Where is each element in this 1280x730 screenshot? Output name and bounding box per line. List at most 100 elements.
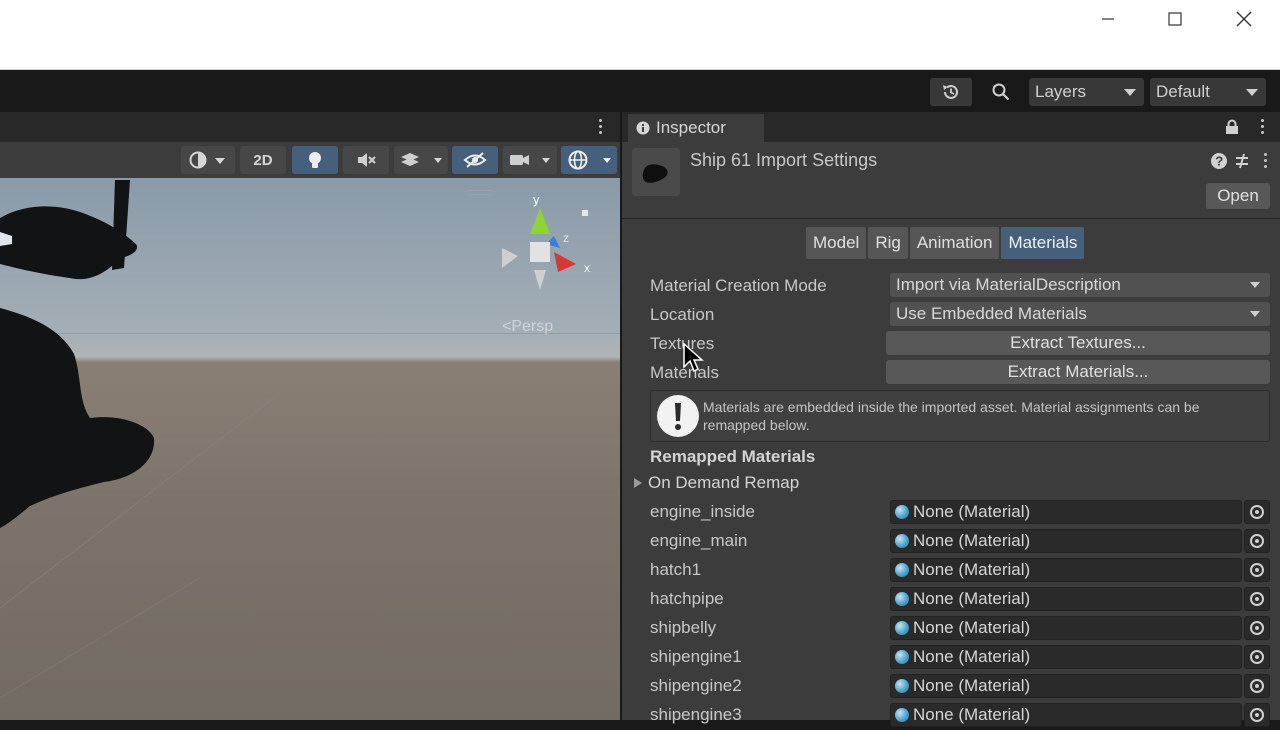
object-picker-icon <box>1250 679 1264 693</box>
tab-rig[interactable]: Rig <box>868 227 908 259</box>
gizmo-globe-icon <box>568 150 611 170</box>
object-picker-button[interactable] <box>1244 500 1270 524</box>
warning-exclamation-icon <box>657 395 699 437</box>
material-creation-mode-dropdown[interactable]: Import via MaterialDescription <box>890 273 1270 297</box>
close-icon <box>1236 11 1252 27</box>
object-picker-icon <box>1250 563 1264 577</box>
material-icon <box>895 679 909 693</box>
toggle-2d-button[interactable]: 2D <box>240 146 286 174</box>
list-item: shipengine2 None (Material) <box>622 672 1280 701</box>
chevron-down-icon <box>1246 89 1258 96</box>
camera-settings-dropdown[interactable] <box>503 146 557 174</box>
object-picker-button[interactable] <box>1244 703 1270 727</box>
maximize-button[interactable] <box>1143 2 1207 36</box>
chevron-down-icon <box>1124 89 1136 96</box>
object-picker-icon <box>1250 592 1264 606</box>
list-item: shipengine1 None (Material) <box>622 643 1280 672</box>
extract-materials-button[interactable]: Extract Materials... <box>886 360 1270 384</box>
perspective-label[interactable]: <Persp <box>502 318 553 336</box>
object-picker-button[interactable] <box>1244 558 1270 582</box>
layout-dropdown[interactable]: Default <box>1150 78 1266 106</box>
gizmos-dropdown[interactable] <box>561 146 617 174</box>
object-picker-icon <box>1250 534 1264 548</box>
material-object-field[interactable]: None (Material) <box>890 703 1242 727</box>
close-button[interactable] <box>1212 2 1276 36</box>
material-icon <box>895 534 909 548</box>
material-creation-mode-value: Import via MaterialDescription <box>896 275 1121 294</box>
material-value: None (Material) <box>913 705 1031 724</box>
asset-title: Ship 61 Import Settings <box>690 150 878 170</box>
tab-model[interactable]: Model <box>806 227 867 259</box>
location-value: Use Embedded Materials <box>896 304 1087 323</box>
info-helpbox: Materials are embedded inside the import… <box>650 390 1270 442</box>
material-value: None (Material) <box>913 589 1031 608</box>
hidden-eye-icon <box>463 152 487 168</box>
audio-toggle[interactable] <box>343 146 389 174</box>
material-slot-name: engine_inside <box>650 502 755 521</box>
layers-dropdown[interactable]: Layers <box>1029 78 1144 106</box>
toggle-2d-label: 2D <box>253 151 273 169</box>
chevron-right-icon <box>634 478 642 488</box>
object-picker-icon <box>1250 650 1264 664</box>
window-title-bar <box>0 0 1280 70</box>
scene-menu-kebab-icon[interactable] <box>599 119 602 134</box>
tab-animation[interactable]: Animation <box>909 227 1000 259</box>
location-dropdown[interactable]: Use Embedded Materials <box>890 302 1270 326</box>
drag-handle[interactable] <box>468 190 492 195</box>
shading-sphere-icon <box>189 151 225 169</box>
minimize-button[interactable] <box>1076 2 1140 36</box>
on-demand-remap-label: On Demand Remap <box>648 473 800 492</box>
inspector-menu-kebab-icon[interactable] <box>1261 119 1264 134</box>
object-picker-icon <box>1250 621 1264 635</box>
material-object-field[interactable]: None (Material) <box>890 616 1242 640</box>
material-object-field[interactable]: None (Material) <box>890 500 1242 524</box>
lock-icon[interactable] <box>1224 119 1240 135</box>
object-picker-button[interactable] <box>1244 587 1270 611</box>
audio-muted-icon <box>358 153 376 167</box>
material-object-field[interactable]: None (Material) <box>890 529 1242 553</box>
material-object-field[interactable]: None (Material) <box>890 674 1242 698</box>
material-icon <box>895 621 909 635</box>
divider <box>622 218 1280 219</box>
chevron-down-icon <box>1250 311 1260 317</box>
material-object-field[interactable]: None (Material) <box>890 645 1242 669</box>
chevron-down-icon <box>1250 282 1260 288</box>
orientation-gizmo-icon[interactable]: y z x <box>488 190 598 300</box>
object-picker-button[interactable] <box>1244 616 1270 640</box>
on-demand-remap-foldout[interactable]: On Demand Remap <box>634 473 799 493</box>
main-toolbar: Layers Default <box>0 70 1280 112</box>
effects-dropdown[interactable] <box>394 146 448 174</box>
scene-viewport[interactable]: y z x <Persp <box>0 178 620 720</box>
help-icon[interactable]: ? <box>1210 152 1228 170</box>
tab-materials[interactable]: Materials <box>1001 227 1085 259</box>
search-button[interactable] <box>981 78 1021 106</box>
object-picker-button[interactable] <box>1244 674 1270 698</box>
model-preview-icon <box>642 164 668 183</box>
lightbulb-icon <box>309 152 321 168</box>
material-slot-name: hatch1 <box>650 560 702 579</box>
material-slot-name: shipengine2 <box>650 676 742 695</box>
component-menu-kebab-icon[interactable] <box>1264 153 1267 168</box>
material-icon <box>895 563 909 577</box>
material-slot-name: shipbelly <box>650 618 717 637</box>
location-label: Location <box>650 305 715 324</box>
minimize-icon <box>1102 18 1114 20</box>
scene-lighting-toggle[interactable] <box>292 146 338 174</box>
material-object-field[interactable]: None (Material) <box>890 558 1242 582</box>
extract-textures-button[interactable]: Extract Textures... <box>886 331 1270 355</box>
scene-toolbar: 2D <box>0 142 620 178</box>
object-picker-button[interactable] <box>1244 645 1270 669</box>
object-picker-button[interactable] <box>1244 529 1270 553</box>
info-icon <box>636 121 650 135</box>
material-icon <box>895 650 909 664</box>
scene-visibility-toggle[interactable] <box>452 146 498 174</box>
effects-layers-icon <box>401 153 442 166</box>
inspector-tab[interactable]: Inspector <box>628 114 764 142</box>
undo-history-button[interactable] <box>930 78 972 106</box>
inspector-tab-label: Inspector <box>656 118 726 137</box>
material-object-field[interactable]: None (Material) <box>890 587 1242 611</box>
open-button[interactable]: Open <box>1206 183 1270 209</box>
presets-icon[interactable] <box>1233 152 1251 170</box>
draw-mode-dropdown[interactable] <box>181 146 235 174</box>
list-item: hatchpipe None (Material) <box>622 585 1280 614</box>
